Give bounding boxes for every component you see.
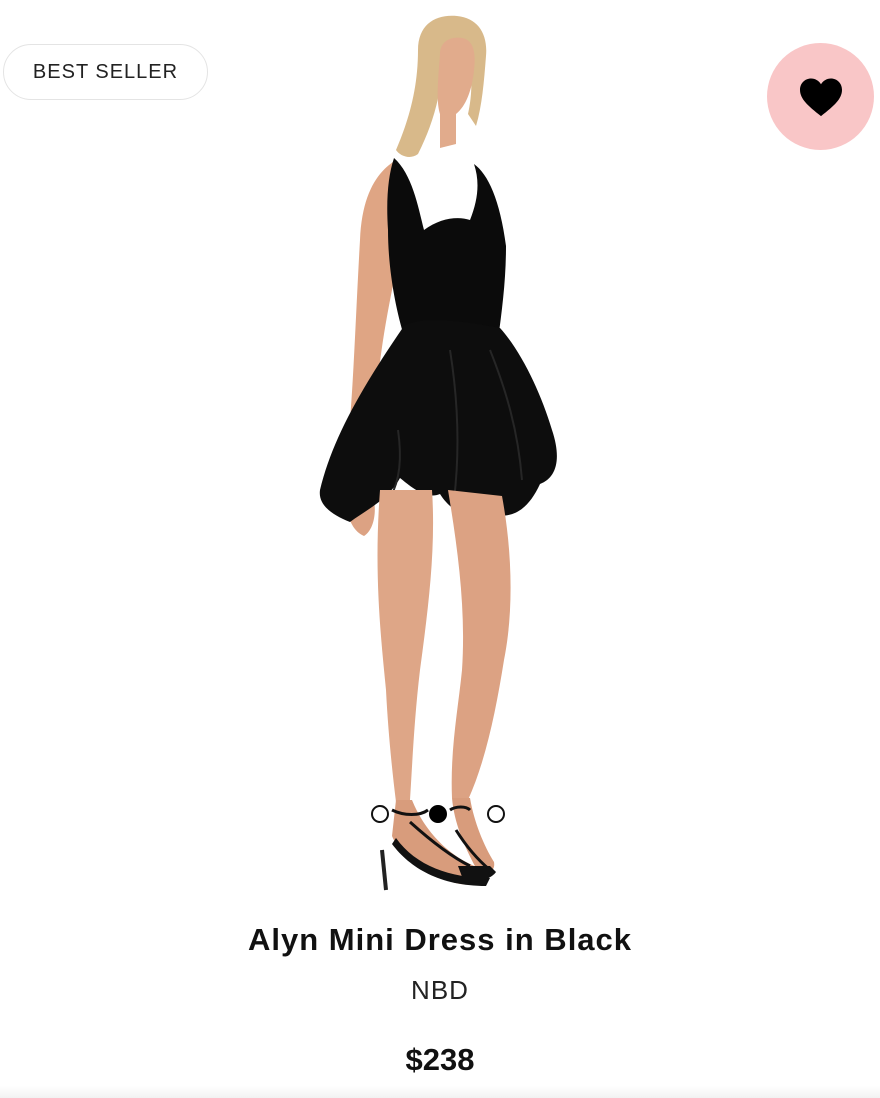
- carousel-dot[interactable]: [487, 805, 505, 823]
- product-price: $238: [405, 1042, 475, 1077]
- image-carousel-dots: [368, 802, 513, 826]
- product-brand[interactable]: NBD: [0, 975, 880, 1006]
- carousel-dot[interactable]: [429, 805, 447, 823]
- product-image[interactable]: [300, 10, 580, 905]
- heart-icon: [798, 76, 844, 118]
- carousel-dot[interactable]: [371, 805, 389, 823]
- favorite-button[interactable]: [767, 43, 874, 150]
- product-title[interactable]: Alyn Mini Dress in Black: [0, 922, 880, 958]
- best-seller-badge: BEST SELLER: [3, 44, 208, 100]
- bottom-divider: [0, 1086, 880, 1098]
